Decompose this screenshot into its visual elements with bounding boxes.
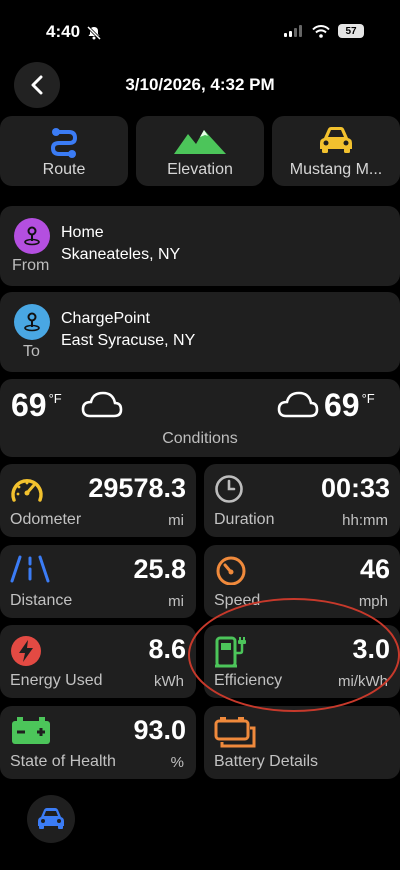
state-of-health-unit: % — [170, 754, 184, 771]
from-label: From — [12, 257, 50, 274]
battery-health-icon — [12, 717, 50, 744]
efficiency-value: 3.0 — [352, 634, 390, 664]
efficiency-unit: mi/kWh — [338, 673, 388, 690]
start-temp-value: 69 — [11, 387, 47, 423]
efficiency-card[interactable]: 3.0 Efficiency mi/kWh — [204, 625, 400, 698]
energy-used-label: Energy Used — [10, 672, 103, 689]
speed-value: 46 — [359, 554, 390, 584]
start-temp-unit: °F — [48, 391, 62, 406]
ev-charger-icon — [215, 636, 246, 668]
cloud-icon — [277, 391, 319, 418]
odometer-label: Odometer — [10, 511, 82, 528]
efficiency-label: Efficiency — [214, 672, 283, 689]
end-temperature: 69 °F — [324, 387, 375, 424]
energy-used-unit: kWh — [154, 673, 184, 690]
to-label: To — [23, 343, 40, 360]
duration-card[interactable]: 00:33 Duration hh:mm — [204, 464, 400, 537]
speed-unit: mph — [358, 593, 388, 610]
bell-muted-icon — [86, 25, 102, 41]
route-icon — [50, 128, 78, 158]
energy-used-value: 8.6 — [148, 634, 186, 664]
speed-card[interactable]: 46 Speed mph — [204, 545, 400, 618]
battery-details-card[interactable]: Battery Details — [204, 706, 400, 779]
status-time: 4:40 — [46, 22, 81, 41]
from-name: Home — [61, 224, 104, 241]
tab-route-label: Route — [42, 161, 86, 178]
odometer-unit: mi — [168, 512, 184, 529]
speedometer-icon — [11, 479, 43, 502]
tab-vehicle-label: Mustang M... — [289, 161, 383, 178]
to-location-card[interactable]: To ChargePoint East Syracuse, NY — [0, 292, 400, 372]
duration-value: 00:33 — [320, 473, 390, 503]
map-pin-icon — [14, 304, 50, 340]
distance-unit: mi — [168, 593, 184, 610]
state-of-health-value: 93.0 — [133, 715, 186, 745]
speed-label: Speed — [214, 592, 261, 609]
end-temp-value: 69 — [324, 387, 360, 423]
distance-label: Distance — [10, 592, 73, 609]
cloud-icon — [81, 391, 123, 418]
mountains-icon — [174, 130, 226, 154]
end-temp-unit: °F — [361, 391, 375, 406]
map-pin-icon — [14, 218, 50, 254]
from-address: Skaneateles, NY — [61, 246, 181, 263]
duration-label: Duration — [214, 511, 275, 528]
clock-icon — [215, 475, 243, 503]
from-location-card[interactable]: From Home Skaneateles, NY — [0, 206, 400, 286]
tab-vehicle[interactable]: Mustang M... — [272, 116, 400, 186]
car-icon — [320, 127, 352, 153]
battery-details-label: Battery Details — [214, 753, 319, 770]
state-of-health-label: State of Health — [10, 753, 116, 770]
signal-icon — [284, 25, 302, 37]
start-temperature: 69 °F — [11, 387, 62, 424]
energy-used-card[interactable]: 8.6 Energy Used kWh — [0, 625, 196, 698]
odometer-value: 29578.3 — [88, 473, 186, 503]
status-icons: 57 — [284, 24, 364, 38]
page-title: 3/10/2026, 4:32 PM — [125, 75, 275, 94]
to-name: ChargePoint — [61, 310, 150, 327]
vehicle-button[interactable] — [27, 795, 75, 843]
wifi-icon — [312, 24, 330, 38]
tab-elevation[interactable]: Elevation — [136, 116, 264, 186]
header: 3/10/2026, 4:32 PM — [0, 62, 400, 108]
tab-route[interactable]: Route — [0, 116, 128, 186]
duration-unit: hh:mm — [342, 512, 388, 529]
odometer-card[interactable]: 29578.3 Odometer mi — [0, 464, 196, 537]
distance-card[interactable]: 25.8 Distance mi — [0, 545, 196, 618]
gauge-icon — [216, 556, 246, 585]
tab-elevation-label: Elevation — [167, 161, 233, 178]
conditions-label: Conditions — [162, 430, 238, 447]
to-address: East Syracuse, NY — [61, 332, 196, 349]
state-of-health-card[interactable]: 93.0 State of Health % — [0, 706, 196, 779]
lightning-icon — [11, 636, 41, 666]
battery-indicator: 57 — [338, 24, 364, 38]
battery-stack-icon — [214, 717, 256, 748]
road-icon — [10, 555, 50, 583]
car-icon — [38, 808, 64, 829]
distance-value: 25.8 — [133, 554, 186, 584]
status-bar: 4:40 57 — [0, 0, 400, 60]
conditions-card[interactable]: 69 °F 69 °F Conditions — [0, 379, 400, 457]
